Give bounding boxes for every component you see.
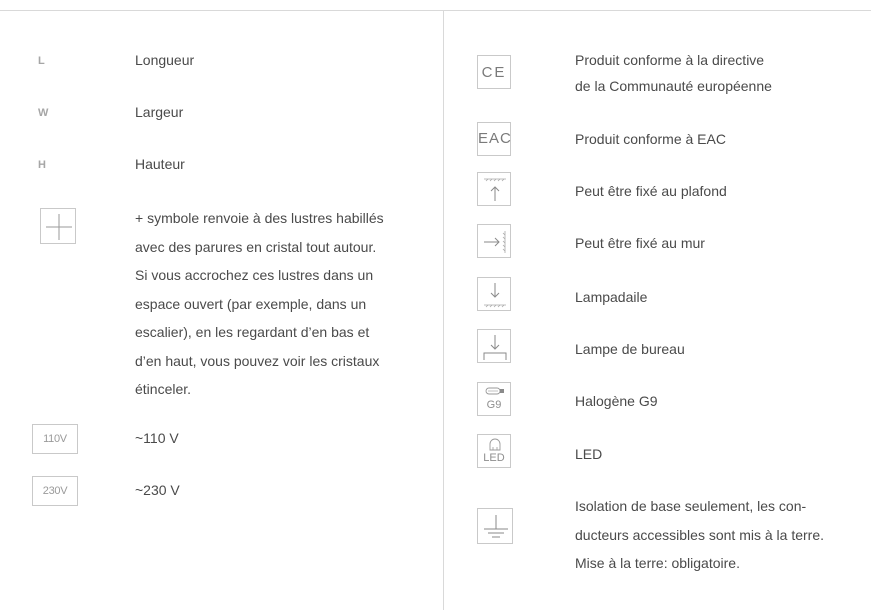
floor-lamp-description: Lampadaile xyxy=(575,289,648,305)
halogen-g9-icon: G9 xyxy=(477,382,511,416)
height-letter: H xyxy=(38,159,46,171)
top-rule xyxy=(0,10,871,11)
eac-icon: EAC xyxy=(477,122,511,156)
voltage-110-badge: 110V xyxy=(32,424,78,454)
wall-mount-icon xyxy=(477,224,511,258)
led-badge: LED xyxy=(483,452,505,464)
width-label: Largeur xyxy=(135,104,184,120)
desk-lamp-description: Lampe de bureau xyxy=(575,341,685,357)
g9-badge: G9 xyxy=(486,399,502,411)
voltage-110-label: ~110 V xyxy=(135,430,179,446)
height-label: Hauteur xyxy=(135,156,185,172)
ce-icon: CE xyxy=(477,55,511,89)
ce-mark: CE xyxy=(481,64,507,81)
eac-mark: EAC xyxy=(478,130,512,147)
desk-lamp-icon xyxy=(477,329,511,363)
plus-symbol-description: + symbole renvoie à des lustres habillés… xyxy=(135,210,384,397)
column-divider xyxy=(443,10,444,610)
floor-lamp-icon xyxy=(477,277,511,311)
ceiling-mount-description: Peut être fixé au plafond xyxy=(575,183,727,199)
wall-mount-description: Peut être fixé au mur xyxy=(575,235,705,251)
length-letter: L xyxy=(38,55,45,67)
plus-icon xyxy=(40,208,76,244)
width-letter: W xyxy=(38,107,49,119)
led-description: LED xyxy=(575,446,603,462)
voltage-230-label: ~230 V xyxy=(135,482,180,498)
voltage-230-badge: 230V xyxy=(32,476,78,506)
ceiling-mount-icon xyxy=(477,172,511,206)
eac-description: Produit conforme à EAC xyxy=(575,131,726,147)
halogen-g9-description: Halogène G9 xyxy=(575,393,658,409)
earth-ground-description: Isolation de base seulement, les con- du… xyxy=(575,498,824,571)
led-icon: LED xyxy=(477,434,511,468)
ce-description: Produit conforme à la directive de la Co… xyxy=(575,52,772,94)
length-label: Longueur xyxy=(135,52,195,68)
earth-ground-icon xyxy=(477,508,513,544)
